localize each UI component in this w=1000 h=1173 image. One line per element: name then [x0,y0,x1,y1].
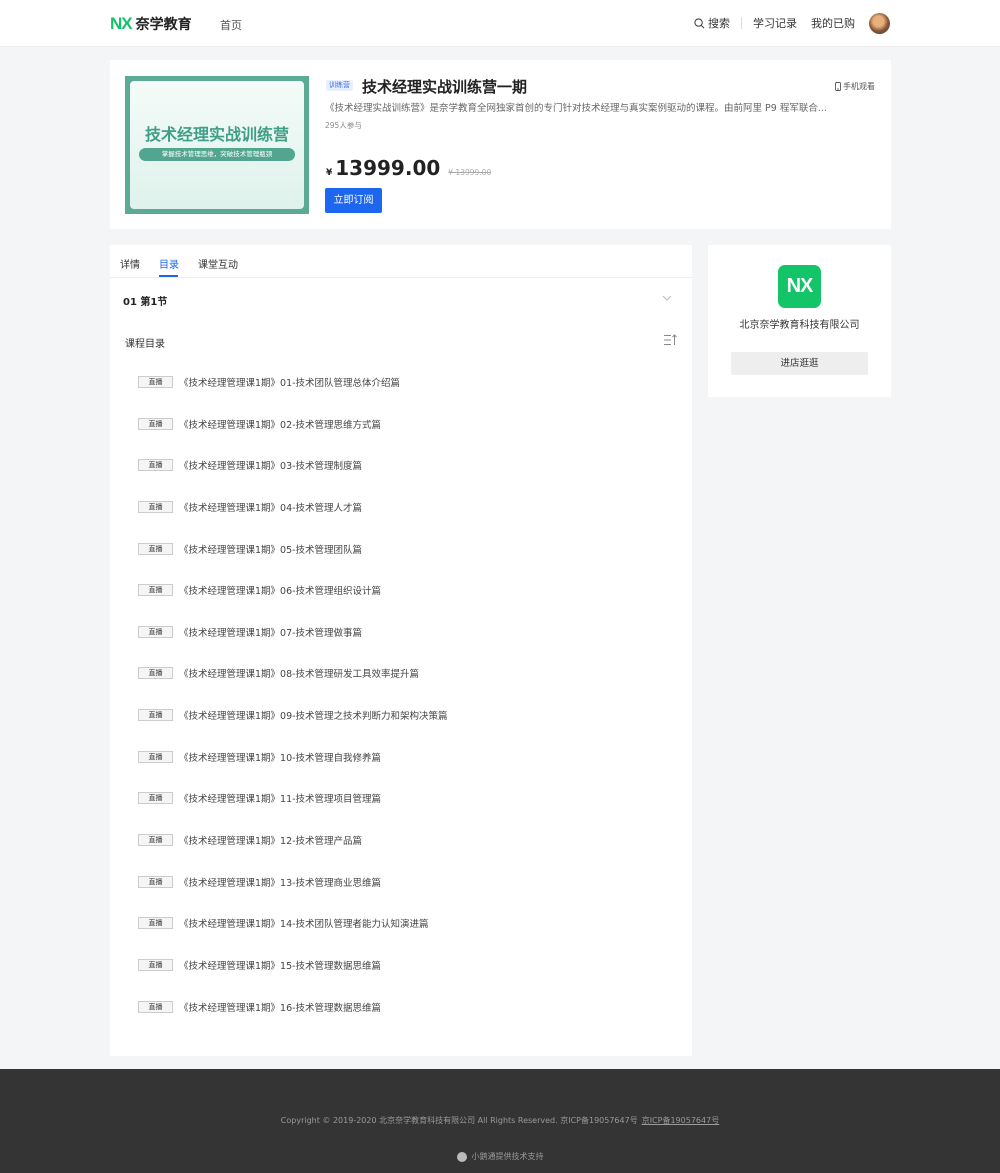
live-badge: 直播 [138,667,173,679]
lesson-item[interactable]: 直播 《技术经理管理课1期》12-技术管理产品篇 [138,833,362,847]
live-badge: 直播 [138,917,173,929]
sort-list-icon[interactable] [664,334,677,346]
course-content-panel: 详情 目录 课堂互动 01 第1节 课程目录 直播 《技术经理管理课1期》01-技… [110,245,692,1056]
cover-title: 技术经理实战训练营 [144,125,289,144]
copyright-line: Copyright © 2019-2020 北京奈学教育科技有限公司 All R… [280,1116,638,1125]
product-description: 《技术经理实战训练营》是奈学教育全网独家首创的专门针对技术经理与真实案例驱动的课… [325,103,827,114]
search-icon [694,17,705,28]
lesson-title: 《技术经理管理课1期》02-技术管理思维方式篇 [179,420,382,431]
live-badge: 直播 [138,543,173,555]
lesson-item[interactable]: 直播 《技术经理管理课1期》13-技术管理商业思维篇 [138,875,381,889]
product-title: 技术经理实战训练营一期 [362,78,528,96]
participant-count: 295人参与 [325,121,362,130]
company-name: 北京奈学教育科技有限公司 [739,320,860,331]
logo-text: 奈学教育 [135,17,192,33]
content-tabs: 详情 目录 课堂互动 [110,245,692,278]
course-cover-image: 技术经理实战训练营 掌握技术管理思维，突破技术管理瓶颈 [125,76,309,214]
lesson-item[interactable]: 直播 《技术经理管理课1期》08-技术管理研发工具效率提升篇 [138,666,419,680]
live-badge: 直播 [138,792,173,804]
lesson-title: 《技术经理管理课1期》16-技术管理数据思维篇 [179,1003,382,1014]
live-badge: 直播 [138,751,173,763]
lesson-item[interactable]: 直播 《技术经理管理课1期》09-技术管理之技术判断力和架构决策篇 [138,708,448,722]
original-price: ¥ 13999.00 [448,168,492,177]
lesson-item[interactable]: 直播 《技术经理管理课1期》03-技术管理制度篇 [138,458,362,472]
lesson-item[interactable]: 直播 《技术经理管理课1期》11-技术管理项目管理篇 [138,791,381,805]
lesson-title: 《技术经理管理课1期》11-技术管理项目管理篇 [179,794,382,805]
mobile-watch-label: 手机观看 [843,82,875,91]
user-navigation: 搜索 学习记录 我的已购 [694,12,890,34]
site-logo[interactable]: NX 奈学教育 [110,13,192,35]
lesson-title: 《技术经理管理课1期》07-技术管理做事篇 [179,628,363,639]
live-badge: 直播 [138,959,173,971]
tab-details[interactable]: 详情 [120,256,140,271]
lesson-title: 《技术经理管理课1期》05-技术管理团队篇 [179,545,363,556]
phone-icon [835,82,841,91]
active-tab-indicator [159,275,178,277]
cover-subtitle: 掌握技术管理思维，突破技术管理瓶颈 [139,148,295,161]
live-badge: 直播 [138,626,173,638]
page-footer: Copyright © 2019-2020 北京奈学教育科技有限公司 All R… [0,1069,1000,1173]
lesson-item[interactable]: 直播 《技术经理管理课1期》14-技术团队管理者能力认知演进篇 [138,916,429,930]
user-avatar[interactable] [869,12,890,34]
xiaoe-logo-icon [456,1151,467,1162]
tab-interaction[interactable]: 课堂互动 [198,256,238,271]
section-title[interactable]: 01 第1节 [123,293,167,308]
tab-catalog[interactable]: 目录 [159,256,179,271]
live-badge: 直播 [138,1001,173,1013]
lesson-item[interactable]: 直播 《技术经理管理课1期》06-技术管理组织设计篇 [138,583,381,597]
lesson-title: 《技术经理管理课1期》08-技术管理研发工具效率提升篇 [179,669,420,680]
live-badge: 直播 [138,501,173,513]
lesson-title: 《技术经理管理课1期》14-技术团队管理者能力认知演进篇 [179,919,429,930]
purchased-link[interactable]: 我的已购 [811,15,855,31]
nav-divider [741,17,742,29]
lesson-title: 《技术经理管理课1期》13-技术管理商业思维篇 [179,878,382,889]
icp-link[interactable]: 京ICP备19057647号 [642,1116,720,1125]
price-row: ¥ 13999.00 ¥ 13999.00 [326,156,491,180]
copyright-text: Copyright © 2019-2020 北京奈学教育科技有限公司 All R… [0,1115,1000,1126]
mobile-watch-button[interactable]: 手机观看 [835,81,875,92]
search-button[interactable]: 搜索 [694,15,730,31]
lesson-title: 《技术经理管理课1期》03-技术管理制度篇 [179,461,363,472]
shop-card: NX 北京奈学教育科技有限公司 进店逛逛 [708,245,891,397]
lesson-title: 《技术经理管理课1期》15-技术管理数据思维篇 [179,961,382,972]
visit-shop-button[interactable]: 进店逛逛 [731,352,868,375]
live-badge: 直播 [138,459,173,471]
lesson-title: 《技术经理管理课1期》09-技术管理之技术判断力和架构决策篇 [179,711,448,722]
live-badge: 直播 [138,709,173,721]
nav-home-link[interactable]: 首页 [220,17,242,33]
lesson-title: 《技术经理管理课1期》12-技术管理产品篇 [179,836,363,847]
live-badge: 直播 [138,418,173,430]
currency-symbol: ¥ [326,168,333,178]
chevron-down-icon[interactable] [662,295,672,301]
lesson-item[interactable]: 直播 《技术经理管理课1期》15-技术管理数据思维篇 [138,958,381,972]
search-label: 搜索 [708,17,730,30]
catalog-label: 课程目录 [125,339,165,350]
top-navigation-bar: NX 奈学教育 首页 搜索 学习记录 我的已购 [0,0,1000,47]
powered-by: 小鹅通提供技术支持 [0,1151,1000,1162]
lesson-item[interactable]: 直播 《技术经理管理课1期》04-技术管理人才篇 [138,500,362,514]
lesson-title: 《技术经理管理课1期》04-技术管理人才篇 [179,503,363,514]
lesson-item[interactable]: 直播 《技术经理管理课1期》07-技术管理做事篇 [138,625,362,639]
lesson-title: 《技术经理管理课1期》10-技术管理自我修养篇 [179,753,382,764]
product-card: 技术经理实战训练营 掌握技术管理思维，突破技术管理瓶颈 训练营 技术经理实战训练… [110,60,891,229]
lesson-item[interactable]: 直播 《技术经理管理课1期》01-技术团队管理总体介绍篇 [138,375,400,389]
lesson-item[interactable]: 直播 《技术经理管理课1期》10-技术管理自我修养篇 [138,750,381,764]
lesson-item[interactable]: 直播 《技术经理管理课1期》05-技术管理团队篇 [138,542,362,556]
lesson-item[interactable]: 直播 《技术经理管理课1期》02-技术管理思维方式篇 [138,417,381,431]
shop-logo: NX [778,265,821,308]
live-badge: 直播 [138,376,173,388]
camp-badge: 训练营 [326,80,353,91]
logo-mark: NX [110,14,133,33]
live-badge: 直播 [138,876,173,888]
lesson-item[interactable]: 直播 《技术经理管理课1期》16-技术管理数据思维篇 [138,1000,381,1014]
live-badge: 直播 [138,584,173,596]
current-price: 13999.00 [335,156,441,180]
study-record-link[interactable]: 学习记录 [753,15,797,31]
subscribe-button[interactable]: 立即订阅 [325,188,382,213]
live-badge: 直播 [138,834,173,846]
lesson-title: 《技术经理管理课1期》01-技术团队管理总体介绍篇 [179,378,401,389]
lesson-title: 《技术经理管理课1期》06-技术管理组织设计篇 [179,586,382,597]
powered-text: 小鹅通提供技术支持 [471,1152,544,1161]
